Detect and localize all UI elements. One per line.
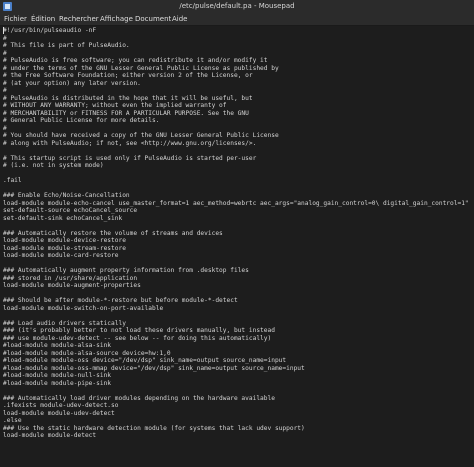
menu-bar: Fichier Édition Rechercher Affichage Doc…	[0, 13, 474, 26]
code-line: ### Should be after module-*-restore but…	[3, 297, 238, 304]
code-line: ### stored in /usr/share/application	[3, 274, 138, 282]
code-line: load-module module-detect	[3, 432, 97, 439]
mousepad-window: /etc/pulse/default.pa - Mousepad Fichier…	[0, 0, 474, 467]
code-line: #	[3, 124, 7, 132]
code-line: ### Automatically load driver modules de…	[3, 394, 275, 402]
menu-affichage[interactable]: Affichage	[100, 13, 133, 25]
code-line: # General Public License for more detail…	[3, 117, 160, 124]
code-line: # under the terms of the GNU Lesser Gene…	[3, 64, 279, 72]
code-line: # This file is part of PulseAudio.	[3, 42, 130, 49]
code-line: set-default-sink echoCancel_sink	[3, 214, 123, 222]
code-line: load-module module-udev-detect	[3, 409, 115, 417]
code-line: # the Free Software Foundation; either v…	[3, 72, 253, 79]
code-line: ### Load audio drivers statically	[3, 319, 126, 327]
code-line: ### (it's probably better to not load th…	[3, 327, 275, 334]
code-line: #	[3, 34, 7, 42]
code-line: #load-module module-pipe-sink	[3, 379, 112, 387]
code-line: load-module module-stream-restore	[3, 244, 126, 252]
code-line: #load-module module-alsa-sink	[3, 342, 112, 349]
menu-rechercher[interactable]: Rechercher	[59, 13, 99, 25]
code-line: # WITHOUT ANY WARRANTY; without even the…	[3, 102, 227, 109]
code-line: # This startup script is used only if Pu…	[3, 154, 257, 162]
code-line: #	[3, 87, 7, 94]
menu-aide[interactable]: Aide	[172, 13, 187, 25]
code-line: load-module module-switch-on-port-availa…	[3, 304, 164, 312]
code-line: load-module module-card-restore	[3, 252, 119, 259]
code-line: #	[3, 49, 7, 57]
code-line: load-module module-device-restore	[3, 237, 126, 244]
menu-edition[interactable]: Édition	[31, 13, 55, 25]
menu-fichier[interactable]: Fichier	[4, 13, 27, 25]
text-cursor	[3, 27, 4, 34]
code-line: ### Automatically restore the volume of …	[3, 229, 223, 237]
code-line: # You should have received a copy of the…	[3, 132, 279, 139]
code-line: ### Automatically augment property infor…	[3, 267, 249, 274]
title-bar[interactable]: /etc/pulse/default.pa - Mousepad	[0, 0, 474, 13]
code-line: # PulseAudio is free software; you can r…	[3, 57, 268, 64]
code-line: #load-module module-alsa-source device=h…	[3, 349, 171, 357]
code-line: #!/usr/bin/pulseaudio -nF	[3, 27, 97, 34]
code-line: set-default-source echoCancel_source	[3, 207, 138, 214]
code-line: .ifexists module-udev-detect.so	[3, 402, 119, 409]
code-line: #load-module module-null-sink	[3, 372, 112, 379]
code-line: # MERCHANTABILITY or FITNESS FOR A PARTI…	[3, 109, 249, 117]
code-lines: #!/usr/bin/pulseaudio -nF # # This file is…	[3, 27, 469, 440]
code-line: .else	[3, 417, 22, 424]
code-line: load-module module-augment-properties	[3, 282, 141, 289]
code-line: load-module module-echo-cancel use_maste…	[3, 199, 469, 207]
code-line: #load-module module-oss device="/dev/dsp…	[3, 357, 287, 364]
code-line: # (i.e. not in system mode)	[3, 162, 104, 169]
code-line: .fail	[3, 177, 22, 184]
window-title: /etc/pulse/default.pa - Mousepad	[179, 2, 295, 10]
code-line: ### Use the static hardware detection mo…	[3, 424, 305, 432]
code-line: # PulseAudio is distributed in the hope …	[3, 94, 253, 102]
code-line: ### Enable Echo/Noise-Cancellation	[3, 192, 130, 199]
code-line: # (at your option) any later version.	[3, 79, 141, 87]
code-line: # along with PulseAudio; if not, see <ht…	[3, 139, 257, 147]
code-line: #load-module module-oss-mmap device="/de…	[3, 364, 305, 372]
menu-document[interactable]: Document	[135, 13, 171, 25]
code-line: ### use module-udev-detect -- see below …	[3, 334, 272, 342]
text-editor-area[interactable]: #!/usr/bin/pulseaudio -nF # # This file is…	[0, 26, 474, 467]
